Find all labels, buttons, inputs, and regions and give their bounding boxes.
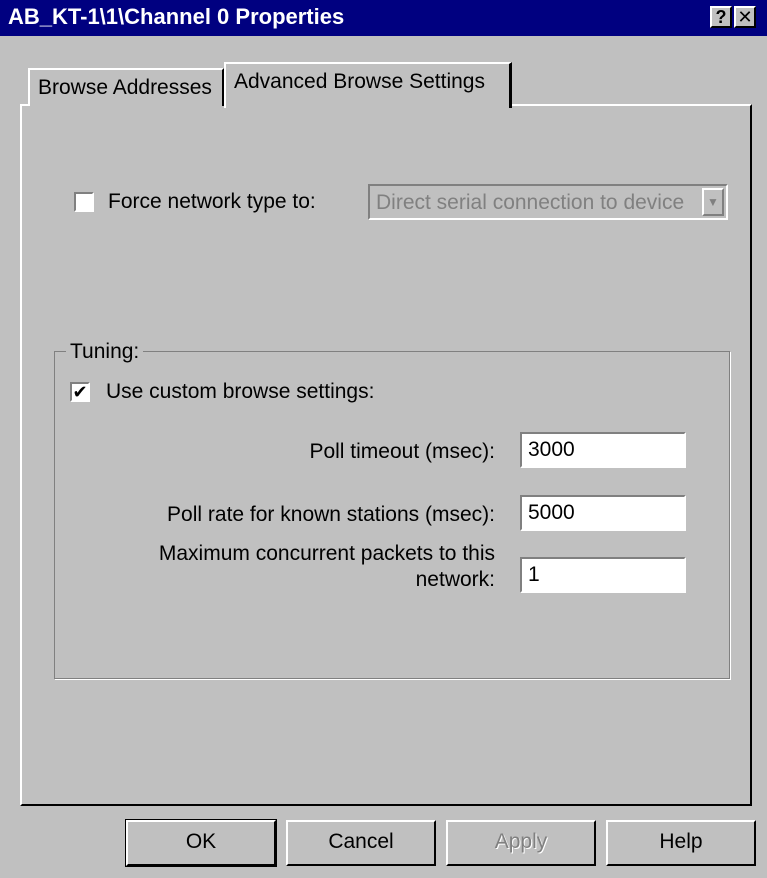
tab-advanced-browse-settings[interactable]: Advanced Browse Settings [224, 62, 512, 108]
network-type-dropdown[interactable]: Direct serial connection to device ▼ [368, 184, 728, 220]
dropdown-value: Direct serial connection to device [376, 191, 685, 214]
cancel-button[interactable]: Cancel [286, 820, 436, 866]
poll-rate-field[interactable]: 5000 [520, 495, 686, 531]
title-bar: AB_KT-1\1\Channel 0 Properties ? ✕ [0, 0, 767, 36]
close-icon[interactable]: ✕ [734, 6, 756, 28]
help-button[interactable]: Help [606, 820, 756, 866]
apply-button[interactable]: Apply [446, 820, 596, 866]
window-title: AB_KT-1\1\Channel 0 Properties [8, 4, 345, 29]
ok-button[interactable]: OK [125, 819, 277, 867]
max-packets-label-line1: Maximum concurrent packets to this [158, 542, 495, 565]
custom-browse-checkbox[interactable]: ✔ [70, 382, 90, 402]
tab-label: Advanced Browse Settings [234, 70, 485, 93]
help-icon[interactable]: ? [710, 6, 732, 28]
custom-browse-label: Use custom browse settings: [106, 380, 375, 403]
max-packets-label-line2: network: [415, 568, 495, 591]
poll-rate-label: Poll rate for known stations (msec): [167, 503, 495, 526]
poll-timeout-field[interactable]: 3000 [520, 432, 686, 468]
chevron-down-icon[interactable]: ▼ [702, 188, 724, 216]
force-network-label: Force network type to: [108, 190, 316, 213]
tab-browse-addresses[interactable]: Browse Addresses [28, 68, 224, 106]
tab-label: Browse Addresses [38, 76, 212, 99]
tuning-legend: Tuning: [66, 340, 144, 364]
max-packets-field[interactable]: 1 [520, 557, 686, 593]
force-network-checkbox[interactable] [74, 192, 94, 212]
poll-timeout-label: Poll timeout (msec): [309, 440, 495, 463]
